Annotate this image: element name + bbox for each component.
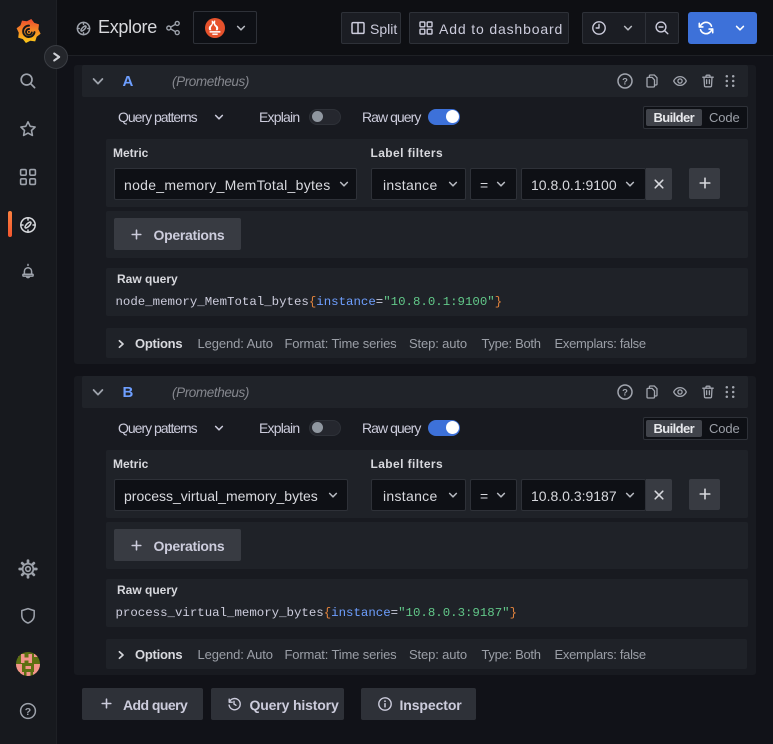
- svg-text:?: ?: [622, 387, 628, 398]
- svg-text:?: ?: [622, 76, 628, 87]
- svg-text:?: ?: [25, 706, 31, 718]
